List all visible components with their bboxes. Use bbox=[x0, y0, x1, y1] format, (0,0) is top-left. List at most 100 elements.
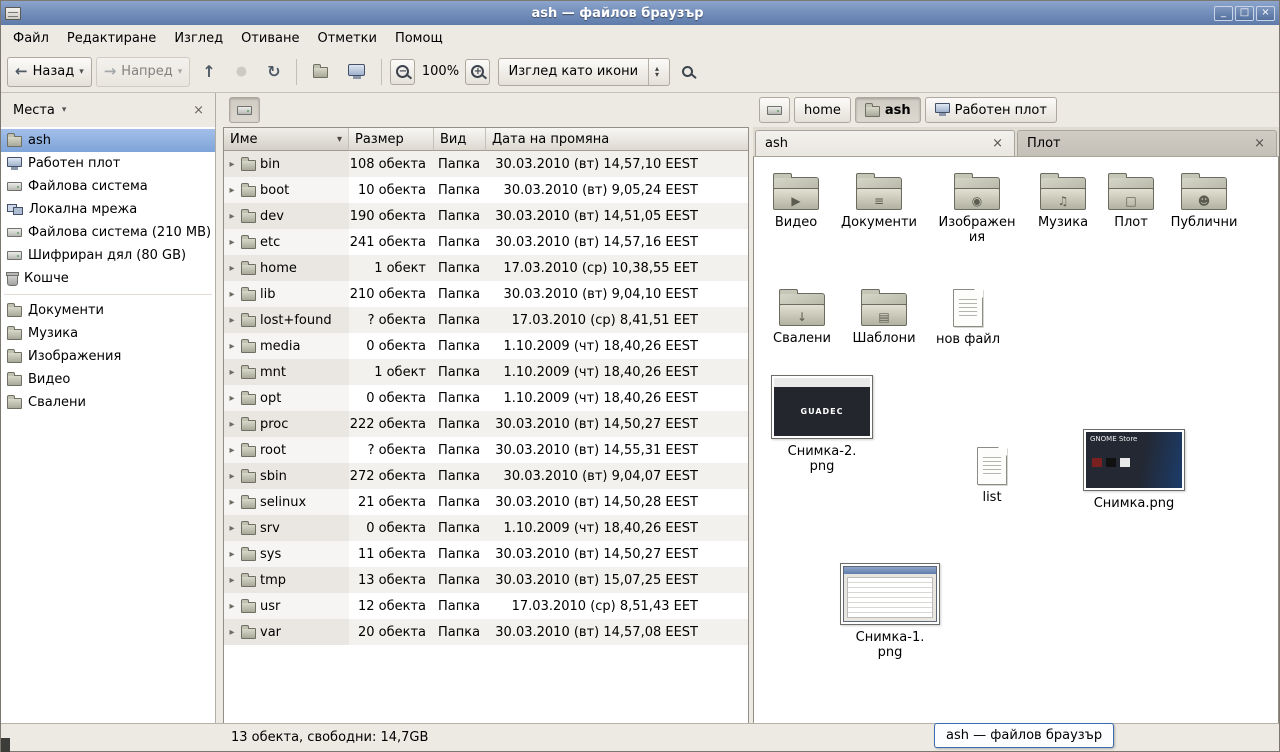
column-header[interactable]: Име▾ bbox=[224, 128, 349, 151]
column-header[interactable]: Дата на промяна bbox=[486, 128, 748, 151]
table-row[interactable]: ▸media0 обектаПапка1.10.2009 (чт) 18,40,… bbox=[224, 333, 748, 359]
sidebar-item[interactable]: ash bbox=[1, 129, 215, 152]
expander-icon[interactable]: ▸ bbox=[227, 367, 237, 378]
places-close-button[interactable]: × bbox=[188, 101, 209, 120]
icon-view-item[interactable]: Снимка-1.png bbox=[836, 563, 944, 661]
sidebar-item[interactable]: Свалени bbox=[1, 391, 215, 414]
menubar-item[interactable]: Помощ bbox=[386, 27, 452, 50]
table-row[interactable]: ▸etc241 обектаПапка30.03.2010 (вт) 14,57… bbox=[224, 229, 748, 255]
sidebar-item[interactable]: Шифриран дял (80 GB) bbox=[1, 244, 215, 267]
table-row[interactable]: ▸dev190 обектаПапка30.03.2010 (вт) 14,51… bbox=[224, 203, 748, 229]
table-row[interactable]: ▸opt0 обектаПапка1.10.2009 (чт) 18,40,26… bbox=[224, 385, 748, 411]
tab-close-icon[interactable]: × bbox=[1252, 136, 1267, 151]
expander-icon[interactable]: ▸ bbox=[227, 211, 237, 222]
menubar-item[interactable]: Файл bbox=[4, 27, 58, 50]
icon-view-item[interactable]: ▤Шаблони bbox=[842, 287, 926, 347]
sidebar-item[interactable]: Изображения bbox=[1, 345, 215, 368]
expander-icon[interactable]: ▸ bbox=[227, 575, 237, 586]
sidebar-item[interactable]: Локална мрежа bbox=[1, 198, 215, 221]
table-row[interactable]: ▸boot10 обектаПапка30.03.2010 (вт) 9,05,… bbox=[224, 177, 748, 203]
tab-close-icon[interactable]: × bbox=[990, 136, 1005, 151]
back-button[interactable]: ← Назад ▾ bbox=[7, 57, 92, 87]
table-row[interactable]: ▸var20 обектаПапка30.03.2010 (вт) 14,57,… bbox=[224, 619, 748, 645]
minimize-button[interactable]: _ bbox=[1214, 6, 1233, 21]
maximize-button[interactable]: □ bbox=[1235, 6, 1254, 21]
icon-view-item[interactable]: ≡Документи bbox=[837, 171, 921, 231]
sidebar-item[interactable]: Документи bbox=[1, 299, 215, 322]
icon-view-item[interactable]: □Плот bbox=[1089, 171, 1173, 231]
table-row[interactable]: ▸lost+found? обектаПапка17.03.2010 (ср) … bbox=[224, 307, 748, 333]
table-row[interactable]: ▸proc222 обектаПапка30.03.2010 (вт) 14,5… bbox=[224, 411, 748, 437]
home-button[interactable] bbox=[305, 57, 336, 87]
icon-view-item[interactable]: ▶Видео bbox=[754, 171, 838, 231]
sidebar-item[interactable]: Работен плот bbox=[1, 152, 215, 175]
search-button[interactable] bbox=[674, 57, 701, 87]
table-row[interactable]: ▸sbin272 обектаПапка30.03.2010 (вт) 9,04… bbox=[224, 463, 748, 489]
forward-button[interactable]: → Напред ▾ bbox=[96, 57, 191, 87]
sidebar-item[interactable]: Кошче bbox=[1, 267, 215, 290]
sidebar-item[interactable]: Файлова система (210 MB) bbox=[1, 221, 215, 244]
table-row[interactable]: ▸usr12 обектаПапка17.03.2010 (ср) 8,51,4… bbox=[224, 593, 748, 619]
expander-icon[interactable]: ▸ bbox=[227, 549, 237, 560]
tab[interactable]: Плот× bbox=[1017, 130, 1277, 156]
menubar-item[interactable]: Редактиране bbox=[58, 27, 165, 50]
breadcrumb-ash-button[interactable]: ash bbox=[855, 97, 921, 123]
expander-icon[interactable]: ▸ bbox=[227, 627, 237, 638]
back-history-dropdown-icon[interactable]: ▾ bbox=[79, 67, 84, 77]
table-row[interactable]: ▸mnt1 обектПапка1.10.2009 (чт) 18,40,26 … bbox=[224, 359, 748, 385]
table-row[interactable]: ▸home1 обектПапка17.03.2010 (ср) 10,38,5… bbox=[224, 255, 748, 281]
list-body[interactable]: ▸bin108 обектаПапка30.03.2010 (вт) 14,57… bbox=[224, 151, 748, 723]
expander-icon[interactable]: ▸ bbox=[227, 445, 237, 456]
reload-button[interactable]: ↻ bbox=[259, 57, 288, 87]
table-row[interactable]: ▸tmp13 обектаПапка30.03.2010 (вт) 15,07,… bbox=[224, 567, 748, 593]
zoom-in-button[interactable]: + bbox=[465, 59, 490, 85]
zoom-out-button[interactable]: − bbox=[390, 59, 415, 85]
icon-view-item[interactable]: GUADECСнимка-2.png bbox=[768, 375, 876, 475]
expander-icon[interactable]: ▸ bbox=[227, 471, 237, 482]
up-button[interactable]: ↑ bbox=[194, 57, 223, 87]
sidebar-item[interactable]: Видео bbox=[1, 368, 215, 391]
computer-button[interactable] bbox=[340, 57, 373, 87]
pathbar-root-button[interactable] bbox=[229, 97, 260, 123]
expander-icon[interactable]: ▸ bbox=[227, 393, 237, 404]
sidebar-item[interactable]: Музика bbox=[1, 322, 215, 345]
icon-view-item[interactable]: нов файл bbox=[926, 287, 1010, 348]
titlebar[interactable]: ash — файлов браузър _ □ × bbox=[1, 1, 1279, 25]
stop-button[interactable]: ● bbox=[228, 57, 255, 87]
icon-view-item[interactable]: ↓Свалени bbox=[760, 287, 844, 347]
close-button[interactable]: × bbox=[1256, 6, 1275, 21]
expander-icon[interactable]: ▸ bbox=[227, 185, 237, 196]
expander-icon[interactable]: ▸ bbox=[227, 497, 237, 508]
places-selector[interactable]: Места ▾ bbox=[7, 100, 72, 121]
table-row[interactable]: ▸selinux21 обектаПапка30.03.2010 (вт) 14… bbox=[224, 489, 748, 515]
table-row[interactable]: ▸lib210 обектаПапка30.03.2010 (вт) 9,04,… bbox=[224, 281, 748, 307]
tab[interactable]: ash× bbox=[755, 130, 1015, 156]
menubar-item[interactable]: Отметки bbox=[308, 27, 385, 50]
column-header[interactable]: Вид bbox=[434, 128, 486, 151]
column-header[interactable]: Размер bbox=[349, 128, 434, 151]
icon-view-item[interactable]: ◉Изображения bbox=[935, 171, 1019, 246]
expander-icon[interactable]: ▸ bbox=[227, 315, 237, 326]
expander-icon[interactable]: ▸ bbox=[227, 237, 237, 248]
menubar-item[interactable]: Отиване bbox=[232, 27, 308, 50]
expander-icon[interactable]: ▸ bbox=[227, 263, 237, 274]
pane-splitter[interactable] bbox=[216, 93, 223, 723]
icon-view-item[interactable]: list bbox=[950, 445, 1034, 506]
expander-icon[interactable]: ▸ bbox=[227, 523, 237, 534]
menubar-item[interactable]: Изглед bbox=[165, 27, 232, 50]
expander-icon[interactable]: ▸ bbox=[227, 341, 237, 352]
expander-icon[interactable]: ▸ bbox=[227, 601, 237, 612]
icon-view[interactable]: ▶Видео≡Документи◉Изображения♫Музика□Плот… bbox=[753, 157, 1279, 723]
breadcrumb-root-button[interactable] bbox=[759, 97, 790, 123]
expander-icon[interactable]: ▸ bbox=[227, 159, 237, 170]
sidebar-item[interactable]: Файлова система bbox=[1, 175, 215, 198]
icon-view-item[interactable]: ☻Публични bbox=[1162, 171, 1246, 231]
expander-icon[interactable]: ▸ bbox=[227, 289, 237, 300]
table-row[interactable]: ▸srv0 обектаПапка1.10.2009 (чт) 18,40,26… bbox=[224, 515, 748, 541]
breadcrumb-desktop-button[interactable]: Работен плот bbox=[925, 97, 1057, 123]
table-row[interactable]: ▸bin108 обектаПапка30.03.2010 (вт) 14,57… bbox=[224, 151, 748, 177]
table-row[interactable]: ▸root? обектаПапка30.03.2010 (вт) 14,55,… bbox=[224, 437, 748, 463]
expander-icon[interactable]: ▸ bbox=[227, 419, 237, 430]
breadcrumb-home-button[interactable]: home bbox=[794, 97, 851, 123]
view-mode-select[interactable]: Изглед като икони ▴ ▾ bbox=[498, 58, 670, 86]
